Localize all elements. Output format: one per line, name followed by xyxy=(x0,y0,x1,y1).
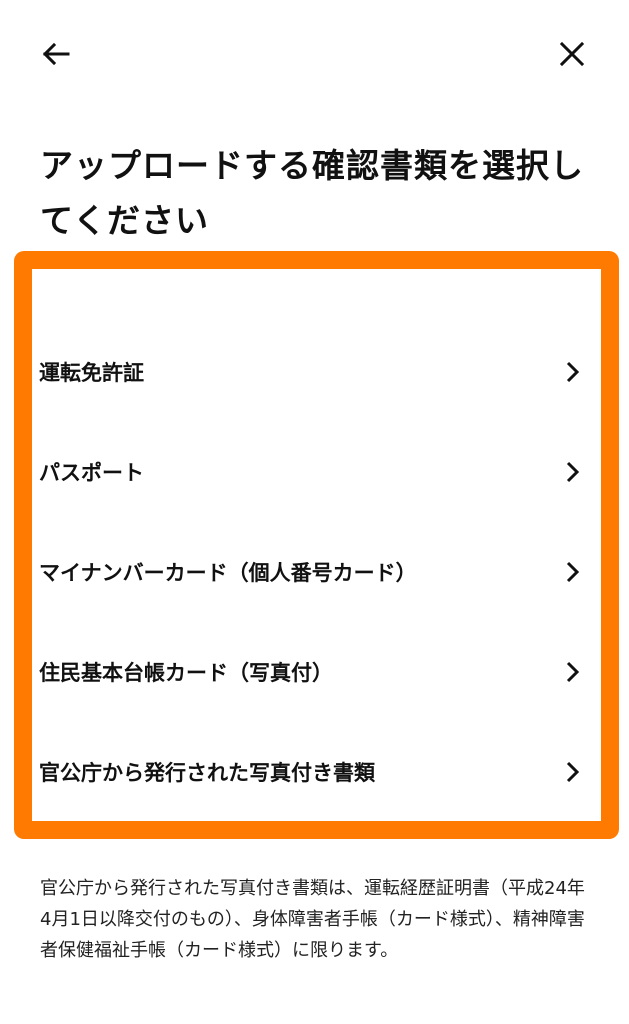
document-type-passport[interactable]: パスポート xyxy=(32,422,601,522)
document-type-label: 運転免許証 xyxy=(39,361,144,385)
document-type-label: 官公庁から発行された写真付き書類 xyxy=(39,761,375,785)
document-type-drivers-license[interactable]: 運転免許証 xyxy=(32,322,601,422)
header-bar xyxy=(0,0,629,110)
chevron-right-icon xyxy=(566,461,580,483)
document-type-my-number-card[interactable]: マイナンバーカード（個人番号カード） xyxy=(32,522,601,622)
document-type-label: パスポート xyxy=(39,461,144,485)
chevron-right-icon xyxy=(566,761,580,783)
chevron-right-icon xyxy=(566,561,580,583)
document-type-resident-register-card[interactable]: 住民基本台帳カード（写真付） xyxy=(32,622,601,722)
document-type-government-photo-id[interactable]: 官公庁から発行された写真付き書類 xyxy=(32,722,601,822)
arrow-left-icon xyxy=(42,42,70,66)
back-button[interactable] xyxy=(34,32,78,76)
footnote-text: 官公庁から発行された写真付き書類は、運転経歴証明書（平成24年4月1日以降交付の… xyxy=(40,878,585,961)
close-button[interactable] xyxy=(550,32,594,76)
close-icon xyxy=(560,42,584,66)
document-type-label: 住民基本台帳カード（写真付） xyxy=(39,661,333,685)
page-title: アップロードする確認書類を選択してください xyxy=(40,146,584,240)
document-type-list-frame: 運転免許証 パスポート マイナンバーカード（個人番号カード） 住民基本台帳カード… xyxy=(14,251,619,839)
chevron-right-icon xyxy=(566,361,580,383)
chevron-right-icon xyxy=(566,661,580,683)
document-type-label: マイナンバーカード（個人番号カード） xyxy=(39,561,417,585)
